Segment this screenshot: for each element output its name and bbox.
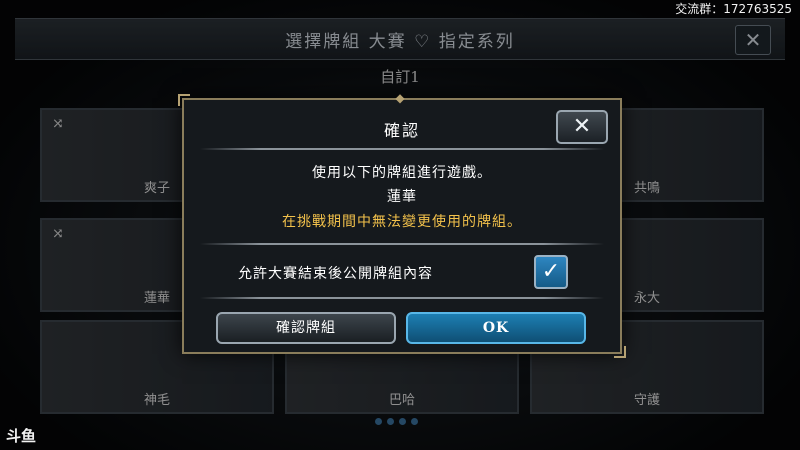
divider [200,297,604,299]
message-line: 使用以下的牌組進行遊戲。 [312,165,492,181]
ok-button[interactable]: OK [406,312,586,344]
confirm-deck-button[interactable]: 確認牌組 [216,312,396,344]
stream-group-text: 交流群：172763525 [675,2,792,16]
selected-deck-name: 蓮華 [387,189,417,205]
watermark-logo: 斗鱼 [6,427,37,445]
modal-close-button[interactable]: ✕ [556,110,608,144]
public-deck-checkbox[interactable]: ✓ [534,255,568,289]
game-screen: 選擇牌組 大賽 ♡ 指定系列 ✕ 自訂1 ⤨ 爽子 共鳴 ⤨ 蓮華 永大 神毛 … [0,0,800,450]
warning-text: 在挑戰期間中無法變更使用的牌組。 [282,214,522,230]
divider [200,148,604,150]
confirm-modal: ◆ 確認 ✕ 使用以下的牌組進行遊戲。 蓮華 在挑戰期間中無法變更使用的牌組。 … [178,91,626,358]
divider [200,243,604,245]
modal-title: 確認 [383,121,420,140]
public-deck-option-label: 允許大賽結束後公開牌組內容 [238,266,433,282]
ornament-icon: ◆ [395,91,405,105]
